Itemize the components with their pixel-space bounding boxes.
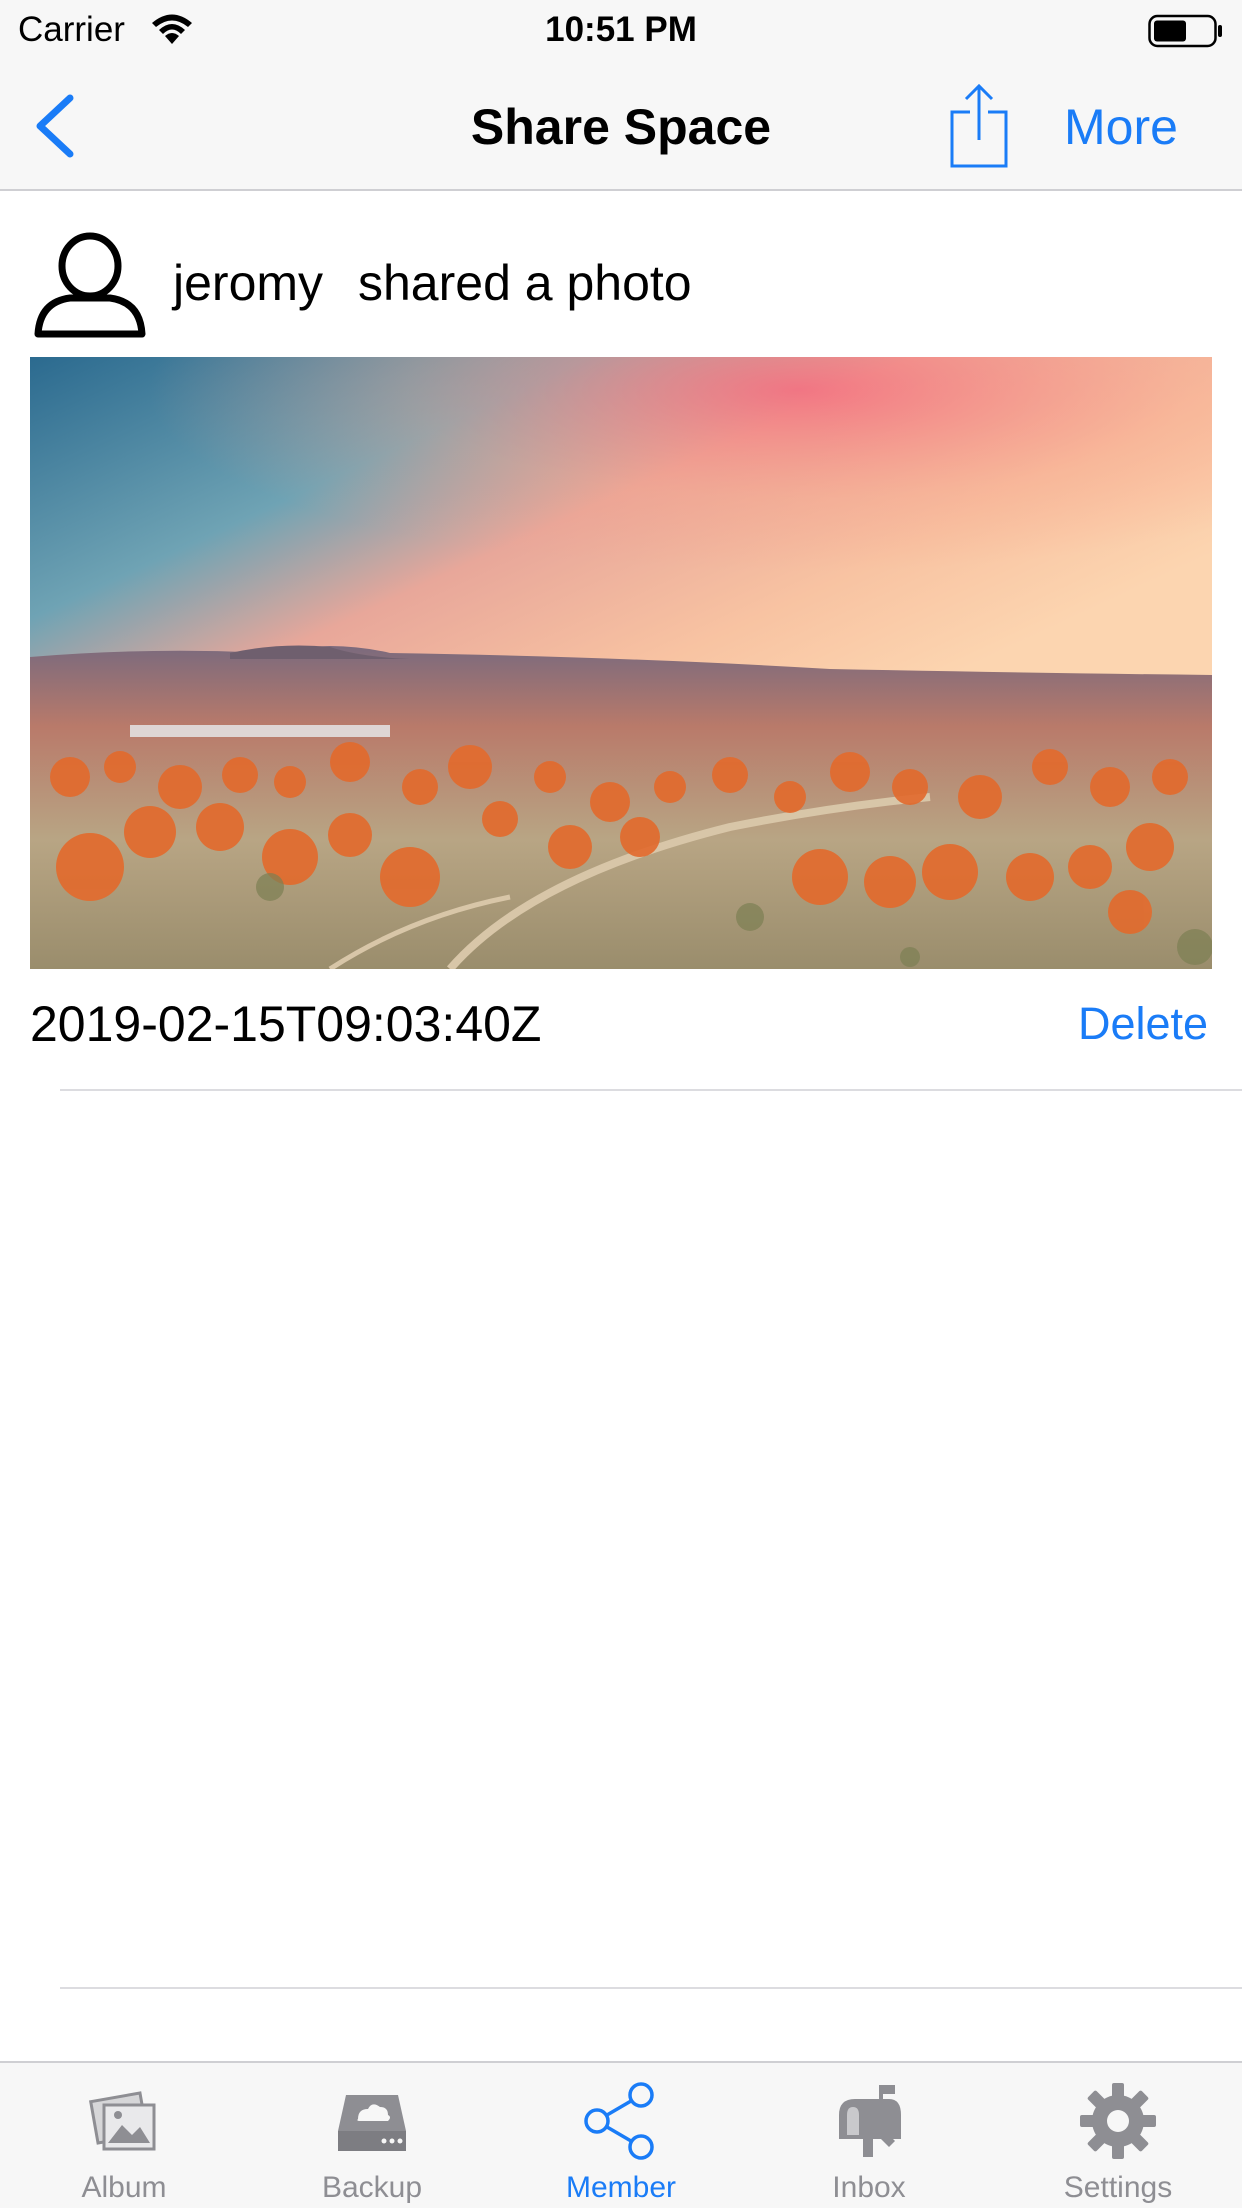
post-author-name[interactable]: jeromy xyxy=(173,254,323,312)
tab-backup[interactable]: Backup xyxy=(248,2063,496,2208)
battery-icon xyxy=(1148,14,1222,48)
more-button[interactable]: More xyxy=(1064,98,1178,156)
tab-settings[interactable]: Settings xyxy=(994,2063,1242,2208)
content-bottom-divider xyxy=(60,1987,1242,1989)
tab-album[interactable]: Album xyxy=(0,2063,248,2208)
share-space-screen: Carrier 10:51 PM Share Space More jeromy xyxy=(0,0,1242,2208)
row-divider xyxy=(60,1089,1242,1091)
tab-member[interactable]: Member xyxy=(497,2063,745,2208)
tab-label: Inbox xyxy=(832,2171,906,2204)
navigation-bar: Share Space More xyxy=(0,60,1242,191)
tab-inbox[interactable]: Inbox xyxy=(745,2063,993,2208)
tab-label: Settings xyxy=(1063,2171,1173,2204)
share-icon xyxy=(584,2082,654,2160)
tab-label: Backup xyxy=(321,2171,423,2204)
avatar-person-icon[interactable] xyxy=(32,228,148,340)
tab-bar: Album Backup Member Inbox Settings xyxy=(0,2061,1242,2208)
tab-label: Album xyxy=(81,2171,167,2204)
landscape-photo-image xyxy=(30,357,1212,969)
album-icon xyxy=(88,2091,156,2151)
mailbox-icon xyxy=(839,2085,901,2157)
share-upload-icon[interactable] xyxy=(944,82,1014,170)
status-bar: Carrier 10:51 PM xyxy=(0,0,1242,60)
post-timestamp: 2019-02-15T09:03:40Z xyxy=(30,996,542,1052)
backup-drive-icon xyxy=(338,2095,406,2151)
tab-label: Member xyxy=(565,2171,677,2204)
gear-icon xyxy=(1080,2083,1156,2159)
shared-photo[interactable] xyxy=(30,357,1212,969)
page-title: Share Space xyxy=(470,99,772,155)
status-time: 10:51 PM xyxy=(545,10,697,49)
post-action-text: shared a photo xyxy=(358,255,692,311)
delete-button[interactable]: Delete xyxy=(1078,998,1208,1050)
